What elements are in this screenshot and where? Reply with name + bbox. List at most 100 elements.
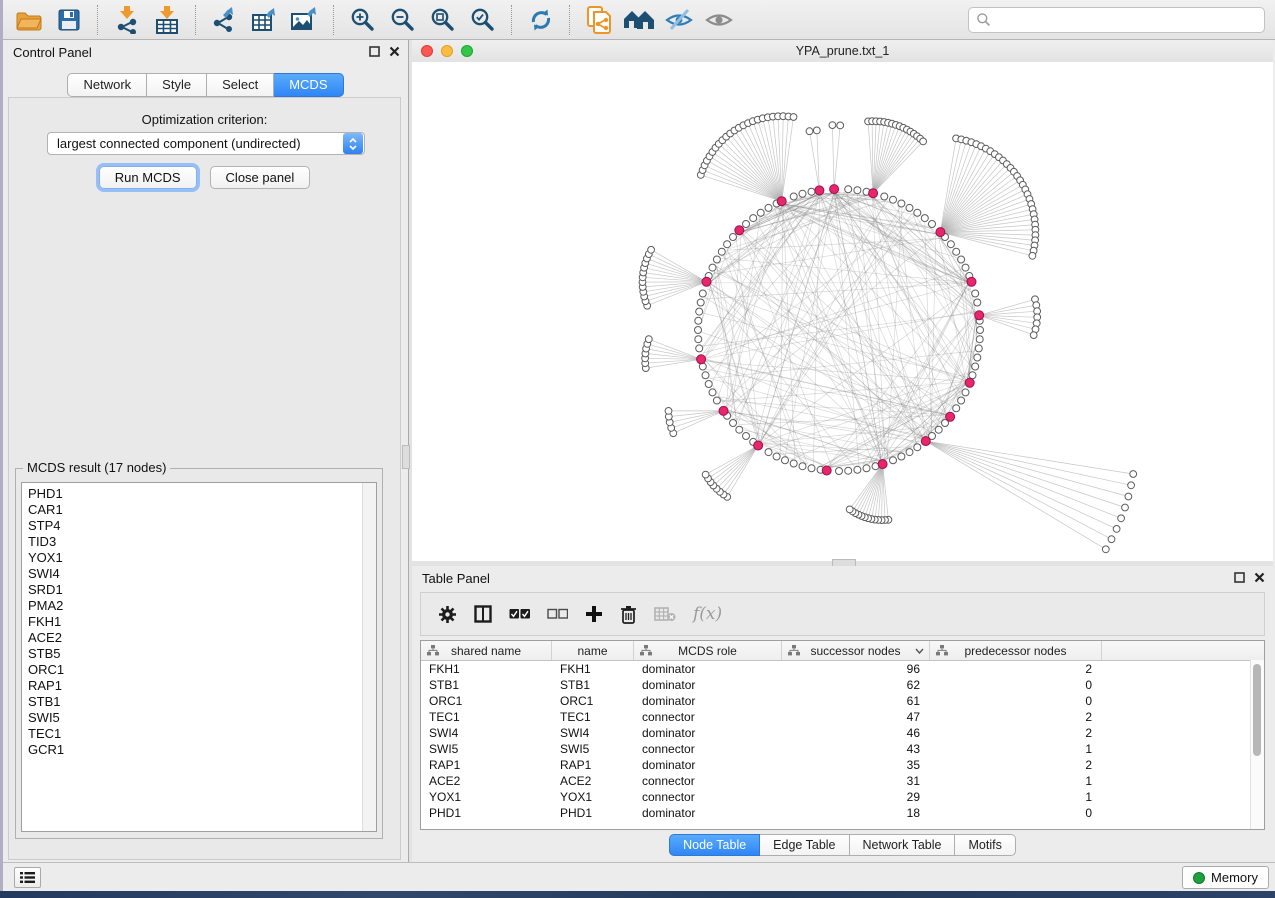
table-row[interactable]: ORC1ORC1dominator610 (421, 693, 1264, 709)
table-settings-button[interactable] (438, 605, 457, 624)
table-row[interactable]: PHD1PHD1dominator180 (421, 805, 1264, 821)
hierarchy-icon (640, 645, 652, 656)
table-row[interactable]: SWI4SWI4dominator462 (421, 725, 1264, 741)
clone-network-button[interactable] (579, 3, 619, 37)
mcds-result-title: MCDS result (17 nodes) (23, 460, 170, 475)
close-panel-icon[interactable] (389, 46, 400, 57)
list-item[interactable]: RAP1 (22, 678, 376, 694)
tab-network-table[interactable]: Network Table (850, 834, 956, 856)
cell-name: RAP1 (552, 757, 634, 773)
show-all-button[interactable] (699, 3, 739, 37)
list-item[interactable]: SWI4 (22, 566, 376, 582)
run-mcds-button[interactable]: Run MCDS (99, 166, 197, 189)
cell-successor-nodes: 61 (782, 693, 930, 709)
list-item[interactable]: YOX1 (22, 550, 376, 566)
list-scrollbar[interactable] (362, 483, 376, 831)
search-box[interactable] (968, 7, 1265, 33)
list-item[interactable]: SRD1 (22, 582, 376, 598)
function-builder-button[interactable]: f(x) (693, 604, 722, 624)
scrollbar-thumb[interactable] (1253, 664, 1261, 756)
memory-button[interactable]: Memory (1182, 866, 1269, 889)
refresh-button[interactable] (521, 3, 561, 37)
export-table-button[interactable] (245, 3, 285, 37)
zoom-out-button[interactable] (383, 3, 423, 37)
criterion-value: largest connected component (undirected) (48, 136, 343, 151)
tab-edge-table[interactable]: Edge Table (760, 834, 849, 856)
mcds-result-list[interactable]: PHD1 CAR1 STP4 TID3 YOX1 SWI4 SRD1 PMA2 … (21, 482, 377, 832)
list-item[interactable]: SWI5 (22, 710, 376, 726)
refresh-icon (528, 7, 554, 33)
list-item[interactable]: ACE2 (22, 630, 376, 646)
import-network-button[interactable] (107, 3, 147, 37)
cell-shared-name: SWI4 (421, 725, 552, 741)
first-neighbors-button[interactable] (619, 3, 659, 37)
list-item[interactable]: CAR1 (22, 502, 376, 518)
network-canvas[interactable] (412, 62, 1273, 561)
table-row[interactable]: ACE2ACE2connector311 (421, 773, 1264, 789)
zoom-selected-icon (470, 7, 496, 33)
float-panel-icon[interactable] (369, 46, 380, 57)
table-panel-tabs: Node Table Edge Table Network Table Moti… (412, 834, 1273, 856)
export-network-icon (211, 6, 239, 34)
table-row[interactable]: SWI5SWI5connector431 (421, 741, 1264, 757)
save-session-button[interactable] (49, 3, 89, 37)
list-item[interactable]: PMA2 (22, 598, 376, 614)
list-item[interactable]: STP4 (22, 518, 376, 534)
tab-network[interactable]: Network (67, 73, 147, 97)
delete-column-button[interactable] (620, 605, 637, 624)
table-panel: Table Panel (412, 566, 1273, 862)
export-image-button[interactable] (285, 3, 325, 37)
column-header-predecessor-nodes[interactable]: predecessor nodes (930, 641, 1102, 660)
open-session-button[interactable] (9, 3, 49, 37)
list-item[interactable]: TEC1 (22, 726, 376, 742)
float-panel-icon[interactable] (1234, 572, 1245, 583)
network-graph[interactable] (412, 62, 1273, 561)
list-item[interactable]: PHD1 (22, 486, 376, 502)
create-column-button[interactable] (585, 605, 603, 623)
show-column-panel-button[interactable] (474, 605, 492, 623)
cell-successor-nodes: 35 (782, 757, 930, 773)
select-all-columns-button[interactable] (509, 608, 530, 620)
zoom-fit-button[interactable] (423, 3, 463, 37)
column-header-mcds-role[interactable]: MCDS role (634, 641, 782, 660)
table-row[interactable]: TEC1TEC1connector472 (421, 709, 1264, 725)
list-item[interactable]: ORC1 (22, 662, 376, 678)
table-scrollbar[interactable] (1250, 660, 1264, 829)
table-row[interactable]: FKH1FKH1dominator962 (421, 661, 1264, 677)
close-panel-icon[interactable] (1254, 572, 1265, 583)
cell-successor-nodes: 96 (782, 661, 930, 677)
import-table-icon (154, 6, 180, 34)
unselect-all-columns-button[interactable] (547, 608, 568, 620)
column-header-name[interactable]: name (552, 641, 634, 660)
list-item[interactable]: GCR1 (22, 742, 376, 758)
list-item[interactable]: FKH1 (22, 614, 376, 630)
import-table-button[interactable] (147, 3, 187, 37)
hide-selected-button[interactable] (659, 3, 699, 37)
export-network-button[interactable] (205, 3, 245, 37)
table-row[interactable]: RAP1RAP1dominator352 (421, 757, 1264, 773)
column-header-successor-nodes[interactable]: successor nodes (782, 641, 930, 660)
table-row[interactable]: STB1STB1dominator620 (421, 677, 1264, 693)
list-item[interactable]: STB1 (22, 694, 376, 710)
list-item[interactable]: STB5 (22, 646, 376, 662)
tab-style[interactable]: Style (147, 73, 207, 97)
delete-table-button[interactable] (654, 606, 676, 622)
export-image-icon (290, 6, 320, 34)
show-log-button[interactable] (14, 867, 41, 888)
close-panel-button[interactable]: Close panel (210, 166, 311, 189)
tab-select[interactable]: Select (207, 73, 274, 97)
zoom-in-button[interactable] (343, 3, 383, 37)
search-input[interactable] (991, 10, 1264, 30)
tab-node-table[interactable]: Node Table (669, 834, 760, 856)
table-row[interactable]: YOX1YOX1connector291 (421, 789, 1264, 805)
splitter-grip[interactable] (402, 445, 410, 469)
cell-name: TEC1 (552, 709, 634, 725)
tab-motifs[interactable]: Motifs (955, 834, 1015, 856)
cell-mcds-role: connector (634, 741, 782, 757)
column-header-shared-name[interactable]: shared name (421, 641, 552, 660)
hierarchy-icon (788, 645, 800, 656)
list-item[interactable]: TID3 (22, 534, 376, 550)
zoom-selected-button[interactable] (463, 3, 503, 37)
criterion-select[interactable]: largest connected component (undirected) (47, 132, 365, 155)
tab-mcds[interactable]: MCDS (274, 73, 343, 97)
